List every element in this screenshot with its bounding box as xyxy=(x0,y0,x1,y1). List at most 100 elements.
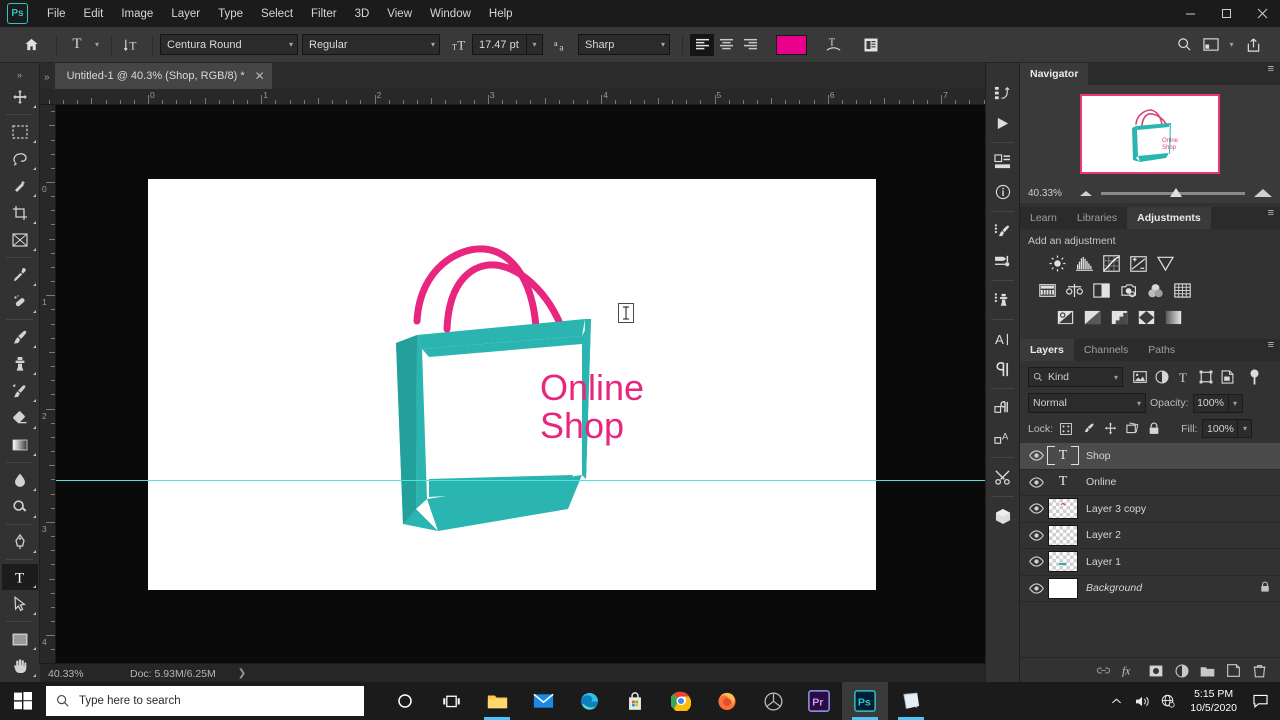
taskbar-search-input[interactable]: Type here to search xyxy=(46,686,364,716)
layer-thumbnail-pixel[interactable] xyxy=(1048,498,1078,520)
filter-adjustment-icon[interactable] xyxy=(1151,367,1172,387)
paragraph-styles-icon[interactable]: A xyxy=(986,423,1019,453)
blur-tool[interactable] xyxy=(2,467,38,493)
search-icon[interactable] xyxy=(1171,33,1197,57)
horizontal-ruler[interactable]: 0 1 2 3 4 5 6 7 xyxy=(40,89,985,105)
fill-value[interactable]: 100% xyxy=(1202,419,1239,438)
link-layers-icon[interactable] xyxy=(1095,662,1112,679)
menu-layer[interactable]: Layer xyxy=(162,4,209,24)
align-center-button[interactable] xyxy=(714,34,738,56)
gradient-tool[interactable] xyxy=(2,432,38,458)
channel-mixer-icon[interactable] xyxy=(1146,281,1165,300)
font-size-dropdown[interactable]: ▾ xyxy=(527,34,543,55)
layer-row[interactable]: Layer 1 xyxy=(1020,549,1280,576)
brush-tool[interactable] xyxy=(2,324,38,350)
close-icon[interactable]: ✕ xyxy=(255,69,265,83)
clone-stamp-tool[interactable] xyxy=(2,351,38,377)
cortana-icon[interactable] xyxy=(382,682,428,720)
paragraph-icon[interactable] xyxy=(986,354,1019,384)
chevron-down-icon[interactable]: ▾ xyxy=(1225,33,1238,57)
workspace-switcher-icon[interactable] xyxy=(1199,33,1223,57)
tab-layers[interactable]: Layers xyxy=(1020,339,1074,361)
align-left-button[interactable] xyxy=(690,33,714,56)
slider-thumb[interactable] xyxy=(1170,187,1183,197)
levels-icon[interactable] xyxy=(1075,254,1094,273)
canvas-area[interactable]: Online Shop xyxy=(56,105,985,663)
path-selection-tool[interactable] xyxy=(2,591,38,617)
menu-help[interactable]: Help xyxy=(480,4,522,24)
toggle-character-panel-icon[interactable] xyxy=(859,33,883,57)
pen-tool[interactable] xyxy=(2,529,38,555)
info-icon[interactable] xyxy=(986,177,1019,207)
adobe-photoshop-icon[interactable]: Ps xyxy=(842,682,888,720)
opacity-value[interactable]: 100% xyxy=(1192,393,1229,413)
artboard[interactable]: Online Shop xyxy=(148,179,876,590)
character-styles-icon[interactable] xyxy=(986,393,1019,423)
hue-saturation-icon[interactable] xyxy=(1038,281,1057,300)
color-balance-icon[interactable] xyxy=(1065,281,1084,300)
task-view-icon[interactable] xyxy=(428,682,474,720)
minimize-button[interactable] xyxy=(1172,0,1208,27)
windows-start-icon[interactable] xyxy=(0,682,46,720)
filter-pixel-icon[interactable] xyxy=(1129,367,1150,387)
filter-shape-icon[interactable] xyxy=(1195,367,1216,387)
lock-transparent-pixels-icon[interactable] xyxy=(1058,420,1074,437)
spot-healing-brush-tool[interactable] xyxy=(2,289,38,315)
maximize-button[interactable] xyxy=(1208,0,1244,27)
filter-type-icon[interactable]: T xyxy=(1173,367,1194,387)
eraser-tool[interactable] xyxy=(2,405,38,431)
google-chrome-icon[interactable] xyxy=(658,682,704,720)
tab-channels[interactable]: Channels xyxy=(1074,339,1138,361)
anti-alias-select[interactable]: Sharp ▾ xyxy=(578,34,670,55)
brush-settings-icon[interactable] xyxy=(986,216,1019,246)
new-layer-icon[interactable] xyxy=(1225,662,1242,679)
opacity-dropdown-icon[interactable]: ▾ xyxy=(1228,393,1243,413)
microsoft-store-icon[interactable] xyxy=(612,682,658,720)
menu-type[interactable]: Type xyxy=(209,4,252,24)
blend-mode-select[interactable]: Normal ▾ xyxy=(1028,393,1146,413)
lock-artboard-nesting-icon[interactable] xyxy=(1124,420,1140,437)
rectangle-tool[interactable] xyxy=(2,626,38,652)
brightness-contrast-icon[interactable] xyxy=(1048,254,1067,273)
dodge-tool[interactable] xyxy=(2,494,38,520)
invert-icon[interactable] xyxy=(1056,308,1075,327)
zoom-level[interactable]: 40.33% xyxy=(40,668,112,680)
share-icon[interactable] xyxy=(1240,33,1266,57)
collapse-toolbar-icon[interactable]: » xyxy=(2,67,38,83)
font-family-select[interactable]: Centura Round ▾ xyxy=(160,34,298,55)
hand-tool[interactable] xyxy=(2,653,38,679)
eyedropper-tool[interactable] xyxy=(2,262,38,288)
menu-file[interactable]: File xyxy=(38,4,75,24)
tab-learn[interactable]: Learn xyxy=(1020,207,1067,229)
lock-all-icon[interactable] xyxy=(1146,420,1162,437)
layer-thumbnail-text[interactable]: T xyxy=(1047,445,1079,466)
clone-source-icon[interactable] xyxy=(986,285,1019,315)
text-color-swatch[interactable] xyxy=(776,34,807,55)
document-tab[interactable]: Untitled-1 @ 40.3% (Shop, RGB/8) * ✕ xyxy=(54,63,273,89)
home-icon[interactable] xyxy=(20,33,42,57)
menu-select[interactable]: Select xyxy=(252,4,302,24)
new-group-icon[interactable] xyxy=(1199,662,1216,679)
posterize-icon[interactable] xyxy=(1083,308,1102,327)
navigator-zoom-value[interactable]: 40.33% xyxy=(1028,188,1080,199)
tool-presets-icon[interactable] xyxy=(986,462,1019,492)
menu-edit[interactable]: Edit xyxy=(75,4,113,24)
layer-visibility-toggle[interactable] xyxy=(1024,556,1048,567)
lock-position-icon[interactable] xyxy=(1102,420,1118,437)
zoom-out-mountain-icon[interactable] xyxy=(1080,190,1092,196)
exposure-icon[interactable] xyxy=(1129,254,1148,273)
horizontal-type-tool[interactable]: T xyxy=(1,564,38,590)
status-expand-icon[interactable]: ❯ xyxy=(216,668,246,679)
menu-3d[interactable]: 3D xyxy=(346,4,379,24)
network-icon[interactable] xyxy=(1155,682,1181,720)
layer-thumbnail-pixel[interactable] xyxy=(1048,551,1078,573)
horizontal-guide[interactable] xyxy=(56,480,985,481)
align-right-button[interactable] xyxy=(738,34,762,56)
vertical-ruler[interactable]: 0 1 2 3 4 xyxy=(40,105,56,663)
layer-visibility-toggle[interactable] xyxy=(1024,477,1048,488)
file-explorer-icon[interactable] xyxy=(474,682,520,720)
layer-row[interactable]: Background xyxy=(1020,576,1280,602)
black-white-icon[interactable] xyxy=(1092,281,1111,300)
create-warped-text-icon[interactable]: T xyxy=(821,33,845,57)
toggle-text-orientation-icon[interactable]: T xyxy=(119,33,145,57)
